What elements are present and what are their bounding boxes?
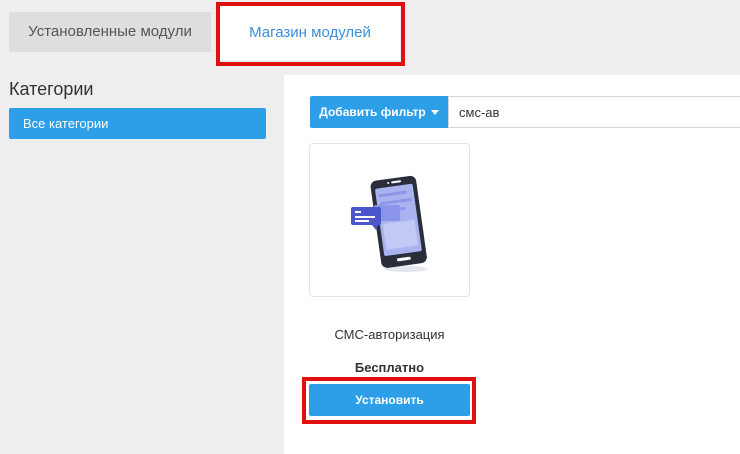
module-tabs: Установленные модули Магазин модулей	[0, 0, 740, 64]
phone-sms-icon	[351, 175, 428, 272]
install-button[interactable]: Установить	[309, 384, 470, 416]
categories-sidebar: Категории Все категории	[9, 74, 269, 139]
tab-installed-modules[interactable]: Установленные модули	[9, 12, 211, 52]
search-input[interactable]	[448, 96, 740, 128]
tab-module-store[interactable]: Магазин модулей	[220, 6, 400, 60]
sidebar-item-all-categories[interactable]: Все категории	[9, 108, 266, 139]
categories-title: Категории	[9, 79, 94, 99]
add-filter-button[interactable]: Добавить фильтр	[310, 96, 448, 128]
module-title: СМС-авторизация	[334, 327, 445, 342]
module-price: Бесплатно	[354, 360, 425, 375]
add-filter-label: Добавить фильтр	[319, 105, 426, 119]
caret-down-icon	[430, 110, 439, 116]
module-store-panel: Добавить фильтр СМС-авторизация	[284, 75, 740, 454]
module-card-image[interactable]	[309, 143, 470, 297]
